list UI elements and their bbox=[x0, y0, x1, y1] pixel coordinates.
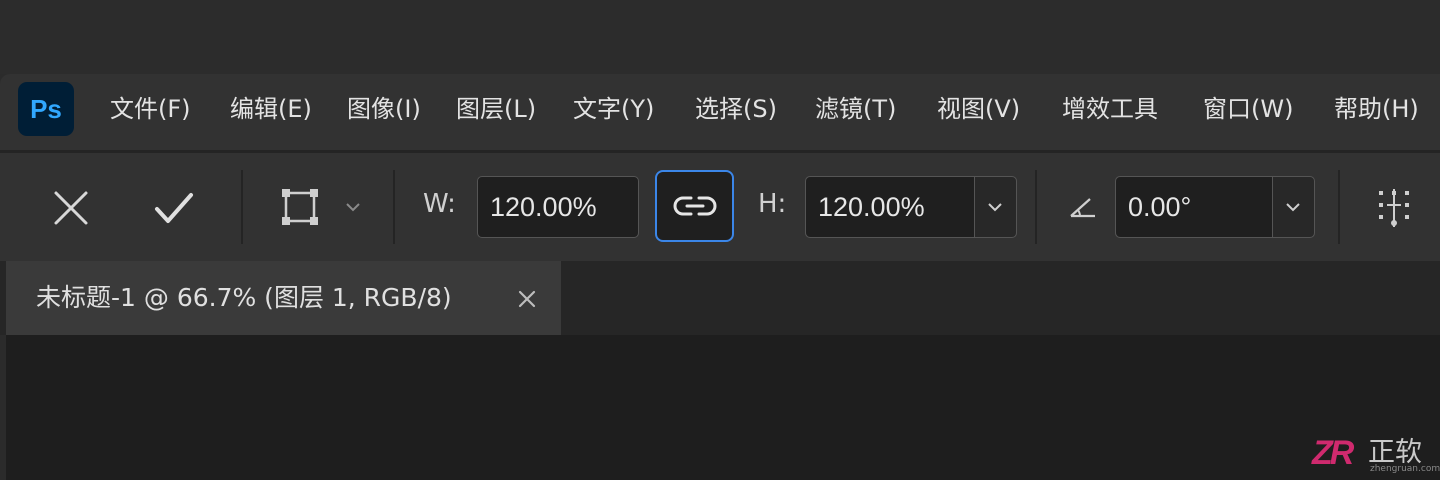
width-input[interactable]: 120.00% bbox=[477, 176, 639, 238]
x-icon bbox=[54, 191, 88, 225]
link-icon bbox=[673, 196, 716, 216]
menu-select[interactable]: 选择(S) bbox=[695, 92, 777, 126]
check-icon bbox=[155, 193, 193, 223]
document-tab[interactable]: 未标题-1 @ 66.7% (图层 1, RGB/8) bbox=[6, 261, 561, 335]
document-tab-bar: 未标题-1 @ 66.7% (图层 1, RGB/8) bbox=[0, 261, 1440, 335]
menu-file[interactable]: 文件(F) bbox=[110, 92, 191, 126]
chevron-down-icon bbox=[346, 203, 360, 212]
document-canvas[interactable] bbox=[6, 335, 1440, 480]
menu-bar: Ps 文件(F) 编辑(E) 图像(I) 图层(L) 文字(Y) 选择(S) 滤… bbox=[0, 74, 1440, 152]
chevron-down-icon bbox=[988, 203, 1002, 212]
angle-input[interactable]: 0.00° bbox=[1116, 177, 1273, 237]
height-combo: 120.00% bbox=[805, 176, 1017, 238]
menu-plugins[interactable]: 增效工具 bbox=[1062, 92, 1158, 126]
angle-icon bbox=[1070, 198, 1095, 218]
reference-point-button[interactable] bbox=[276, 184, 324, 230]
commit-transform-button[interactable] bbox=[148, 183, 200, 233]
menu-edit[interactable]: 编辑(E) bbox=[230, 92, 312, 126]
watermark-logo: ZR bbox=[1312, 434, 1354, 472]
window-top-strip bbox=[0, 0, 1440, 74]
watermark-subtext: zhengruan.com bbox=[1370, 464, 1440, 474]
document-tab-title: 未标题-1 @ 66.7% (图层 1, RGB/8) bbox=[36, 283, 452, 312]
watermark: ZR 正软 zhengruan.com bbox=[1312, 430, 1440, 478]
menu-layer[interactable]: 图层(L) bbox=[456, 92, 536, 126]
height-dropdown[interactable] bbox=[974, 177, 1016, 237]
menu-window[interactable]: 窗口(W) bbox=[1203, 92, 1293, 126]
cancel-transform-button[interactable] bbox=[46, 183, 96, 233]
warp-mode-button[interactable] bbox=[1372, 184, 1416, 232]
menu-image[interactable]: 图像(I) bbox=[347, 92, 421, 126]
photoshop-logo[interactable]: Ps bbox=[18, 82, 74, 136]
separator bbox=[241, 170, 243, 244]
separator bbox=[393, 170, 395, 244]
link-proportions-button[interactable] bbox=[655, 170, 734, 242]
document-tab-close-button[interactable] bbox=[514, 286, 540, 312]
separator bbox=[1035, 170, 1037, 244]
menu-help[interactable]: 帮助(H) bbox=[1334, 92, 1419, 126]
reference-dropdown[interactable] bbox=[340, 196, 366, 218]
close-icon bbox=[518, 290, 536, 308]
menu-view[interactable]: 视图(V) bbox=[937, 92, 1020, 126]
height-label: H: bbox=[758, 189, 787, 219]
menu-filter[interactable]: 滤镜(T) bbox=[815, 92, 896, 126]
height-input[interactable]: 120.00% bbox=[806, 177, 975, 237]
warp-grid-icon bbox=[1379, 189, 1409, 227]
angle-dropdown[interactable] bbox=[1272, 177, 1314, 237]
transform-bounds-icon bbox=[282, 189, 318, 225]
menu-type[interactable]: 文字(Y) bbox=[573, 92, 654, 126]
chevron-down-icon bbox=[1286, 203, 1300, 212]
width-label: W: bbox=[423, 189, 456, 219]
separator bbox=[1338, 170, 1340, 244]
rotate-angle-label bbox=[1066, 192, 1100, 222]
angle-combo: 0.00° bbox=[1115, 176, 1315, 238]
